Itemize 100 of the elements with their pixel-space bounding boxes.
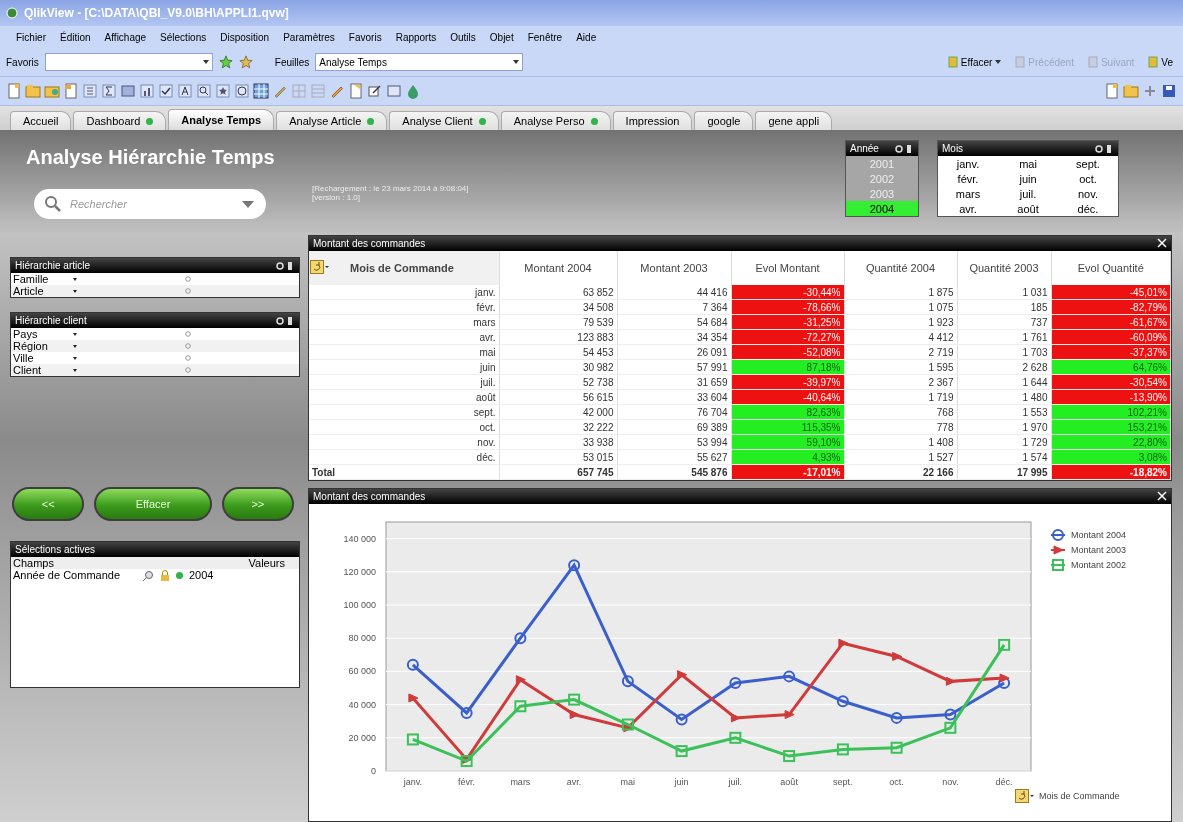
chart-icon[interactable] <box>139 83 155 99</box>
x-tick-label: août <box>780 777 798 787</box>
hierarchy-level[interactable]: Pays <box>11 328 73 340</box>
search-field[interactable]: Rechercher <box>34 189 266 219</box>
legend-label: Montant 2002 <box>1071 560 1127 570</box>
column-header[interactable]: Montant 2004 <box>499 251 617 285</box>
grid-icon[interactable] <box>253 83 269 99</box>
document-icon[interactable] <box>1104 83 1120 99</box>
x-tick-label: juil. <box>728 777 743 787</box>
caret-icon[interactable] <box>73 289 77 293</box>
point <box>892 651 903 661</box>
document-icon[interactable] <box>63 83 79 99</box>
column-header[interactable]: Quantité 2004 <box>844 251 957 285</box>
x-tick-label: sept. <box>833 777 853 787</box>
panel-title: Hiérarchie client <box>15 315 87 326</box>
menu-item[interactable]: Aide <box>576 31 597 43</box>
column-header[interactable]: Evol Montant <box>731 251 844 285</box>
point <box>998 638 1011 651</box>
legend-marker <box>1050 545 1066 555</box>
star-icon[interactable] <box>238 55 253 69</box>
table-cell: 44 416 <box>617 285 731 300</box>
document-icon[interactable] <box>6 83 22 99</box>
search-icon[interactable] <box>196 83 212 99</box>
hierarchy-level[interactable]: Ville <box>11 352 73 364</box>
sheet-tab[interactable]: Accueil <box>10 111 72 130</box>
row-label: janv. <box>309 285 499 300</box>
y-tick-label: 20 000 <box>348 732 376 743</box>
sheet-tab[interactable]: Analyse Perso <box>500 111 611 130</box>
column-header[interactable]: Evol Quantité <box>1051 251 1171 285</box>
caret-icon[interactable] <box>73 368 77 372</box>
checkbox-icon[interactable] <box>158 83 174 99</box>
panel-header-icons[interactable] <box>894 143 914 154</box>
save-icon[interactable] <box>1161 83 1177 99</box>
toolbar-button[interactable]: Effacer <box>943 56 1006 68</box>
sheet-tab[interactable]: Analyse Client <box>389 111 499 130</box>
column-header[interactable]: Montant 2003 <box>617 251 731 285</box>
excel-export-icon[interactable] <box>1157 490 1167 503</box>
search-icon[interactable] <box>143 569 154 581</box>
list-box-item[interactable]: 2004 <box>846 201 918 216</box>
lock-icon[interactable] <box>160 569 170 581</box>
sheet-tab[interactable]: Analyse Article <box>276 111 388 130</box>
y-tick-label: 100 000 <box>343 600 376 610</box>
hierarchy-level[interactable]: Famille <box>11 273 73 285</box>
panel-header-icons[interactable] <box>275 315 295 326</box>
axis-title: Mois de Commande <box>1039 791 1120 801</box>
y-tick-label: 140 000 <box>343 533 376 544</box>
legend-marker <box>1050 529 1066 541</box>
point <box>408 693 419 703</box>
document-icon <box>1148 56 1159 68</box>
document-icon <box>947 56 958 68</box>
caret-icon[interactable] <box>73 277 77 281</box>
cycle-icon[interactable] <box>310 260 330 274</box>
menu-item[interactable]: Fichier <box>16 31 46 43</box>
toolbar-button[interactable]: Ve <box>1144 56 1177 68</box>
x-tick-label: mai <box>620 777 636 787</box>
x-tick-label: déc. <box>995 777 1013 787</box>
menu-item[interactable]: Édition <box>60 31 91 43</box>
panel-header-icons[interactable] <box>275 260 295 271</box>
point <box>514 632 527 645</box>
menu-item[interactable]: Favoris <box>348 31 382 43</box>
drop-icon[interactable] <box>405 83 421 99</box>
sheets-dropdown[interactable]: Analyse Temps <box>315 53 524 71</box>
panel-header-icons[interactable] <box>1094 143 1114 154</box>
caret-icon[interactable] <box>73 344 77 348</box>
menu-item[interactable]: Paramètres <box>283 31 335 43</box>
legend-label: Montant 2003 <box>1071 545 1127 555</box>
sheet-title: Analyse Hiérarchie Temps <box>26 146 276 169</box>
sheet-tab[interactable]: google <box>694 111 754 130</box>
excel-export-icon[interactable] <box>1157 237 1167 250</box>
legend-marker <box>1050 559 1066 571</box>
menu-item[interactable]: Disposition <box>220 31 270 43</box>
caret-icon[interactable] <box>73 356 77 360</box>
point <box>568 559 581 572</box>
pencil-icon[interactable] <box>367 83 383 99</box>
circle-icon <box>185 343 191 349</box>
column-header[interactable]: Mois de Commande <box>309 251 499 285</box>
column-header: Valeurs <box>248 557 285 569</box>
caret-icon[interactable] <box>513 60 520 64</box>
column-header[interactable]: Quantité 2003 <box>957 251 1051 285</box>
caret-icon[interactable] <box>73 332 77 336</box>
panel-title: Hiérarchie article <box>15 260 91 271</box>
x-tick-label: janv. <box>403 777 423 787</box>
circle-icon <box>185 288 191 294</box>
menu-item[interactable]: Sélections <box>160 31 207 43</box>
x-tick-label: nov. <box>942 777 959 787</box>
sheet-tab[interactable]: Analyse Temps <box>168 109 275 130</box>
menu-item[interactable]: Objet <box>489 31 514 43</box>
cycle-icon[interactable] <box>1015 789 1034 803</box>
sheet-tab[interactable]: Impression <box>612 111 693 130</box>
menu-item[interactable]: Fenêtre <box>527 31 563 43</box>
sheet-tab[interactable]: gene appli <box>755 111 833 130</box>
caret-icon[interactable] <box>202 60 209 64</box>
sheet-tab[interactable]: Dashboard <box>73 111 167 130</box>
menu-item[interactable]: Affichage <box>104 31 147 43</box>
menu-item[interactable]: Rapports <box>395 31 437 43</box>
letter-icon[interactable] <box>177 83 193 99</box>
star-icon[interactable] <box>218 55 233 69</box>
caret-icon[interactable] <box>995 60 1002 64</box>
sigma-icon[interactable] <box>101 83 117 99</box>
menu-item[interactable]: Outils <box>450 31 476 43</box>
